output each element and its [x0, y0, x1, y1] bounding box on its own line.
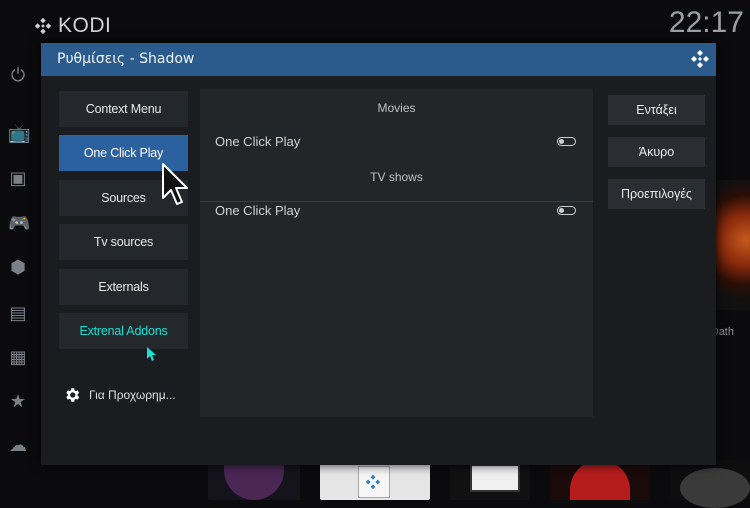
category-context-menu[interactable]: Context Menu [59, 91, 188, 127]
cancel-button[interactable]: Άκυρο [608, 137, 705, 167]
toggle-switch[interactable] [557, 137, 576, 146]
focus-pointer-icon [147, 347, 156, 361]
addons-icon[interactable]: ⬢ [8, 258, 28, 278]
background-addon-tiles [200, 460, 750, 508]
category-externals[interactable]: Externals [59, 269, 188, 305]
kodi-logo: KODI [34, 14, 111, 38]
section-title-tv-shows: TV shows [370, 170, 423, 184]
toggle-switch[interactable] [557, 206, 576, 215]
power-icon[interactable]: ⏻ [8, 66, 28, 86]
settings-level-button[interactable]: Για Προχωρημ... [63, 386, 176, 404]
clock: 22:17 [668, 6, 744, 39]
settings-level-label: Για Προχωρημ... [89, 388, 176, 402]
setting-tvshows-one-click-play[interactable]: One Click Play [200, 194, 593, 228]
home-sidebar: ⏻ 📺 ▣ 🎮 ⬢ ▤ ▦ ★ ☁ [0, 44, 40, 500]
videos-icon[interactable]: ▦ [8, 348, 28, 368]
defaults-button[interactable]: Προεπιλογές [608, 179, 705, 209]
section-title-movies: Movies [377, 101, 416, 115]
radio-icon[interactable]: ▣ [8, 169, 28, 189]
setting-label: One Click Play [215, 134, 301, 149]
kodi-logo-text: KODI [58, 14, 112, 37]
ok-button[interactable]: Εντάξει [608, 95, 705, 125]
kodi-tile-icon [365, 474, 381, 490]
setting-movies-one-click-play[interactable]: One Click Play [200, 125, 593, 159]
addon-tile[interactable] [450, 460, 530, 500]
mouse-pointer-icon [162, 163, 188, 205]
gamepad-icon[interactable]: 🎮 [8, 214, 30, 234]
gear-icon [66, 388, 80, 402]
background-poster [716, 180, 750, 310]
kodi-icon [691, 50, 709, 68]
addon-tile[interactable] [320, 460, 430, 500]
settings-dialog: Ρυθμίσεις - Shadow Context Menu One Clic… [41, 43, 716, 465]
pictures-icon[interactable]: ▤ [8, 304, 28, 324]
dialog-titlebar: Ρυθμίσεις - Shadow [41, 43, 716, 76]
tv-icon[interactable]: 📺 [8, 124, 30, 144]
favourites-icon[interactable]: ★ [8, 392, 28, 412]
addon-tile[interactable] [670, 460, 750, 508]
category-external-addons[interactable]: Extrenal Addons [59, 313, 188, 349]
addon-tile[interactable] [208, 460, 300, 500]
settings-panel: Movies One Click Play TV shows One Click… [200, 89, 593, 417]
addon-tile[interactable] [550, 460, 650, 500]
setting-label: One Click Play [215, 203, 301, 218]
weather-icon[interactable]: ☁ [8, 436, 28, 456]
dialog-title: Ρυθμίσεις - Shadow [57, 51, 195, 67]
kodi-logo-icon [34, 17, 52, 35]
category-tv-sources[interactable]: Tv sources [59, 224, 188, 260]
